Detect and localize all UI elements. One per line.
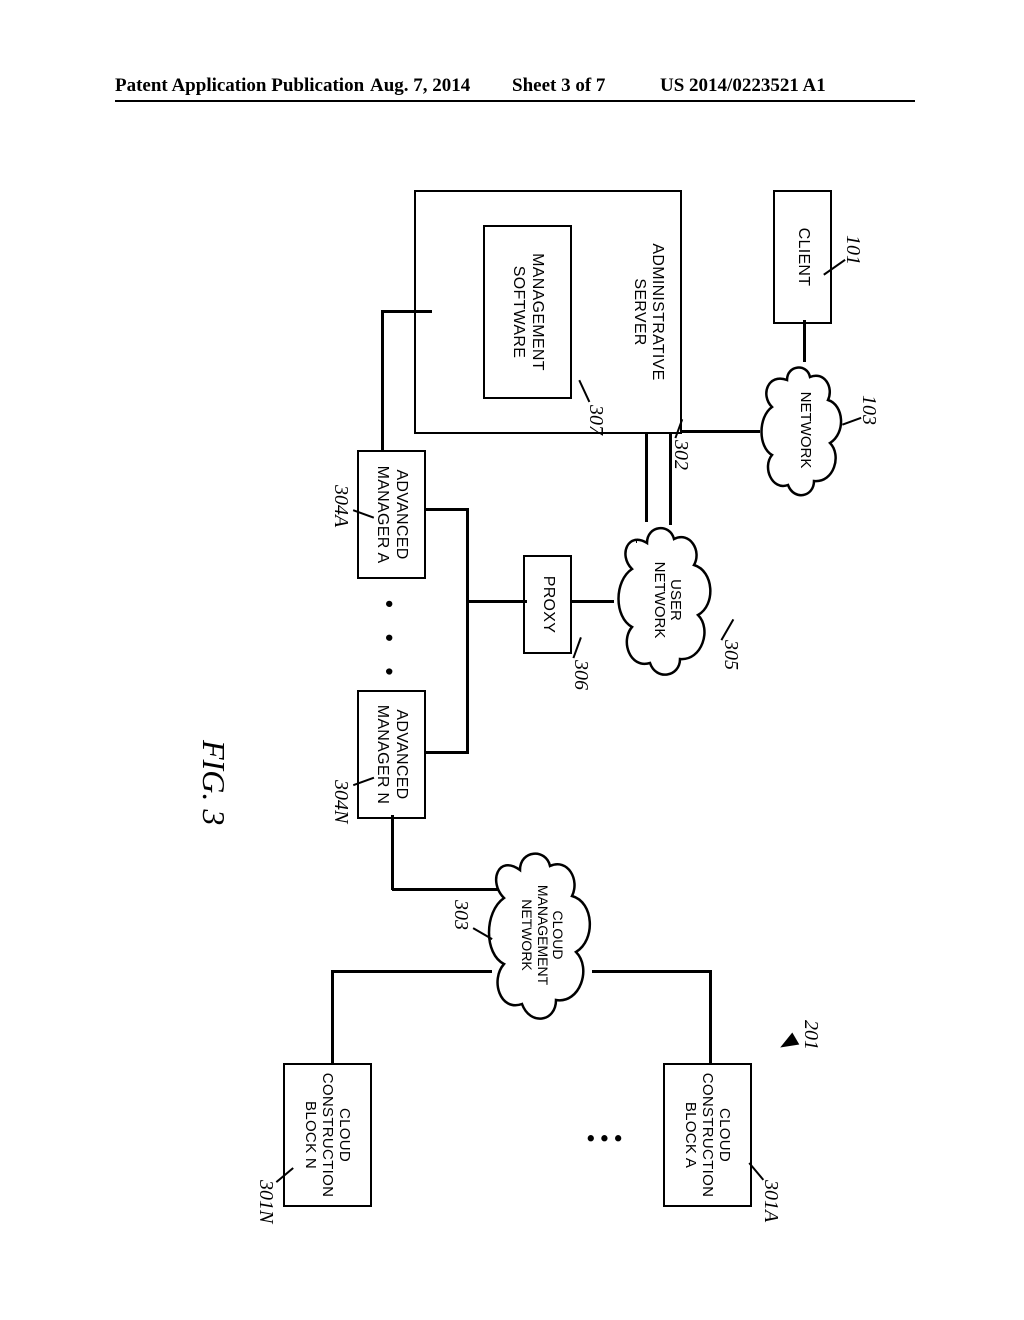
- ref-305: 305: [719, 640, 742, 670]
- page: Patent Application Publication Aug. 7, 2…: [0, 0, 1024, 1320]
- conn-usernet-proxy: [570, 600, 614, 603]
- cloud-mgmt-label: CLOUD MANAGEMENT NETWORK: [519, 885, 565, 985]
- conn-admin-down: [382, 310, 432, 313]
- ref-301a: 301A: [759, 1180, 782, 1222]
- ref-302: 302: [669, 440, 692, 470]
- lead-305: [721, 619, 734, 641]
- conn-bus-to-mgrN: [424, 751, 469, 754]
- conn-cloud-ccbN: [332, 970, 335, 1065]
- conn-cloud-down: [332, 970, 492, 973]
- mgmt-sw-label: MANAGEMENT SOFTWARE: [509, 253, 546, 371]
- network-cloud: NETWORK: [757, 355, 852, 505]
- proxy-box: PROXY: [523, 555, 572, 654]
- cloud-mgmt-cloud: CLOUD MANAGEMENT NETWORK: [482, 840, 602, 1030]
- hdr-date: Aug. 7, 2014: [370, 75, 470, 97]
- conn-proxy-down: [467, 600, 527, 603]
- adv-mgr-a-label: ADVANCED MANAGER A: [373, 466, 410, 564]
- network-label: NETWORK: [796, 392, 813, 469]
- ccb-a-box: CLOUD CONSTRUCTION BLOCK A: [663, 1063, 752, 1207]
- dots-managers: • • •: [376, 600, 402, 685]
- client-box: CLIENT: [773, 190, 832, 324]
- client-label: CLIENT: [793, 228, 811, 287]
- figure-label: FIG. 3: [195, 740, 232, 825]
- ref-201: 201: [799, 1020, 822, 1050]
- spacer: [636, 540, 637, 543]
- ref-304n: 304N: [329, 780, 352, 823]
- ref-307: 307: [584, 405, 607, 435]
- admin-server-label: ADMINISTRATIVE SERVER: [629, 243, 666, 380]
- dots-ccb: •••: [581, 1125, 622, 1151]
- hdr-pub-type: Patent Application Publication: [115, 75, 364, 97]
- user-network-cloud: USER NETWORK: [612, 515, 722, 685]
- ccb-a-label: CLOUD CONSTRUCTION BLOCK A: [682, 1073, 734, 1197]
- conn-network-down: [670, 430, 760, 433]
- ccb-n-label: CLOUD CONSTRUCTION BLOCK N: [302, 1073, 354, 1197]
- user-network-label: USER NETWORK: [651, 562, 684, 639]
- mgmt-sw-box: MANAGEMENT SOFTWARE: [483, 225, 572, 399]
- conn-bus-to-mgrA: [424, 508, 469, 511]
- adv-mgr-n-label: ADVANCED MANAGER N: [373, 705, 410, 805]
- figure-canvas: CLIENT 101 NETWORK 103: [132, 180, 892, 1220]
- adv-mgr-n-box: ADVANCED MANAGER N: [357, 690, 426, 819]
- arrow-201: [777, 1032, 800, 1053]
- conn-cloud-ccbA: [710, 970, 713, 1065]
- ref-301n: 301N: [254, 1180, 277, 1223]
- conn-proxy-bus: [467, 508, 470, 753]
- ref-306: 306: [569, 660, 592, 690]
- conn-cloud-up: [592, 970, 712, 973]
- conn-client-network: [804, 320, 807, 362]
- ref-103: 103: [857, 395, 880, 425]
- ref-304a: 304A: [329, 485, 352, 527]
- hdr-sheet: Sheet 3 of 7: [512, 75, 605, 97]
- ccb-n-box: CLOUD CONSTRUCTION BLOCK N: [283, 1063, 372, 1207]
- ref-303: 303: [449, 900, 472, 930]
- lead-306: [572, 637, 581, 658]
- proxy-label: PROXY: [538, 576, 556, 634]
- conn-mgrN-cloud: [392, 815, 395, 890]
- hdr-rule: [115, 100, 915, 102]
- hdr-pub-no: US 2014/0223521 A1: [660, 75, 826, 97]
- page-header: Patent Application Publication Aug. 7, 2…: [0, 75, 1024, 101]
